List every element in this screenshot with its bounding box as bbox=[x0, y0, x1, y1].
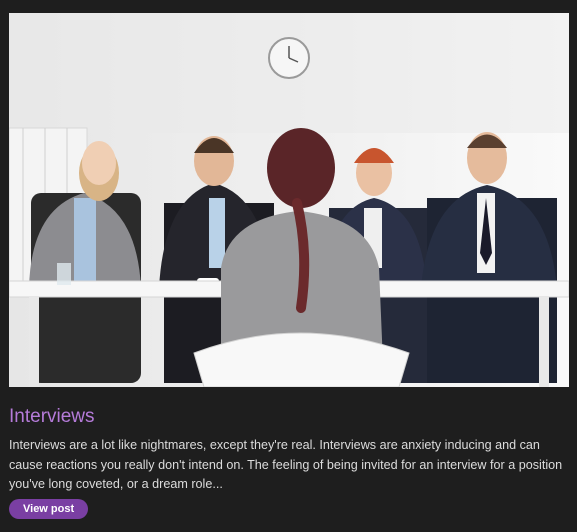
post-excerpt: Interviews are a lot like nightmares, ex… bbox=[9, 438, 563, 491]
clock-icon bbox=[268, 37, 310, 79]
post-card: Interviews Interviews are a lot like nig… bbox=[0, 0, 577, 532]
post-title[interactable]: Interviews bbox=[9, 404, 95, 430]
post-image[interactable] bbox=[9, 13, 569, 387]
view-post-button[interactable]: View post bbox=[9, 499, 89, 519]
